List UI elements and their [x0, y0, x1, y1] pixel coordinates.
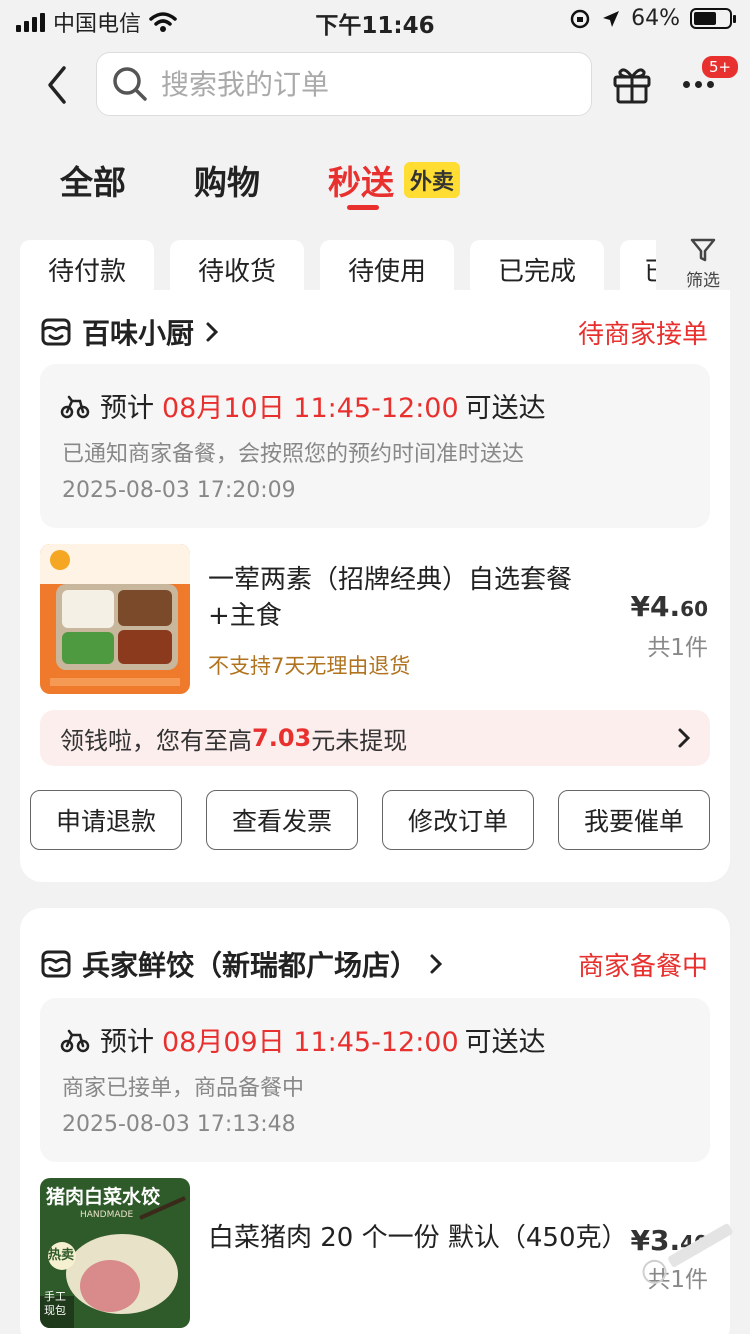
price-decimal: 60 — [680, 597, 708, 621]
order-card[interactable]: 兵家鲜饺（新瑞都广场店） 商家备餐中 预计 08月09日 11:45-12:00… — [20, 908, 730, 1334]
cashback-amount: 7.03 — [252, 724, 312, 752]
item-count: 共1件 — [647, 635, 708, 661]
chevron-right-icon — [206, 322, 219, 342]
food-thumbnail[interactable] — [40, 544, 190, 694]
eta-suffix: 可送达 — [464, 1027, 546, 1058]
message-badge: 5+ — [700, 54, 741, 80]
eta-line: 预计 08月10日 11:45-12:00 可送达 — [60, 386, 546, 425]
order-note: 商家已接单，商品备餐中 — [62, 1076, 305, 1101]
shop-name: 兵家鲜饺（新瑞都广场店） — [82, 949, 419, 982]
thumb-title: 猪肉白菜水饺 — [46, 1186, 161, 1208]
no-return-note: 不支持7天无理由退货 — [208, 654, 411, 678]
search-input[interactable] — [161, 67, 561, 101]
price-integer: ¥4. — [630, 590, 681, 623]
chevron-right-icon — [430, 954, 443, 974]
cashback-suffix: 元未提现 — [311, 726, 408, 755]
eta-time: 08月10日 11:45-12:00 — [162, 393, 459, 424]
battery-icon — [690, 8, 736, 29]
eta-line: 预计 08月09日 11:45-12:00 可送达 — [60, 1020, 546, 1059]
order-timestamp: 2025-08-03 17:20:09 — [62, 478, 296, 503]
thumb-corner-label: 手工现包 — [44, 1290, 66, 1317]
delivery-bike-icon — [60, 1029, 90, 1052]
more-dot — [706, 80, 714, 88]
takeout-tag: 外卖 — [404, 162, 461, 198]
tab-all[interactable]: 全部 — [60, 156, 126, 204]
tab-shopping[interactable]: 购物 — [194, 156, 260, 204]
order-status: 商家备餐中 — [577, 952, 708, 982]
shop-name: 百味小厨 — [82, 317, 195, 350]
item-price: ¥4.60 — [631, 590, 708, 623]
battery-level — [694, 12, 716, 25]
location-icon — [603, 10, 620, 27]
tab-instant-delivery[interactable]: 秒送 — [328, 156, 394, 204]
shop-icon — [41, 318, 71, 346]
eta-suffix: 可送达 — [464, 393, 546, 424]
gift-icon[interactable] — [610, 62, 654, 106]
more-dot — [682, 80, 690, 88]
order-card[interactable]: 百味小厨 待商家接单 预计 08月10日 11:45-12:00 可送达 已通知… — [20, 290, 730, 882]
item-name: 白菜猪肉 20 个一份 默认（450克） — [208, 1223, 628, 1253]
meal-box-image — [40, 544, 190, 694]
thumb-badge: 热卖 — [48, 1248, 75, 1263]
eta-prefix: 预计 — [100, 393, 154, 424]
delivery-bike-icon — [60, 395, 90, 418]
cashback-banner[interactable]: 领钱啦，您有至高 7.03 元未提现 — [40, 710, 710, 766]
search-icon — [113, 67, 147, 101]
chevron-right-icon — [678, 728, 691, 748]
funnel-icon — [690, 238, 716, 262]
item-name: 一荤两素（招牌经典）自选套餐+主食 — [208, 565, 573, 631]
view-invoice-button[interactable]: 查看发票 — [206, 790, 358, 850]
shop-link[interactable]: 百味小厨 — [40, 312, 220, 352]
urge-order-button[interactable]: 我要催单 — [558, 790, 710, 850]
rotation-lock-icon — [570, 9, 590, 28]
order-status: 待商家接单 — [577, 320, 708, 350]
more-dot — [694, 80, 702, 88]
modify-order-button[interactable]: 修改订单 — [382, 790, 534, 850]
shop-link[interactable]: 兵家鲜饺（新瑞都广场店） — [40, 944, 444, 984]
filter-label: 筛选 — [686, 271, 720, 291]
shop-icon — [41, 950, 71, 978]
eta-prefix: 预计 — [100, 1027, 154, 1058]
status-right: 64% — [569, 6, 736, 31]
back-arrow-icon[interactable] — [40, 60, 80, 110]
thumb-subtitle: HANDMADE — [80, 1210, 134, 1220]
eta-time: 08月09日 11:45-12:00 — [162, 1027, 459, 1058]
cashback-prefix: 领钱啦，您有至高 — [60, 726, 252, 755]
order-note: 已通知商家备餐，会按照您的预约时间准时送达 — [62, 442, 525, 467]
active-tab-indicator — [347, 205, 379, 210]
battery-percent: 64% — [631, 6, 680, 31]
food-thumbnail[interactable]: 猪肉白菜水饺 HANDMADE 热卖 手工现包 — [40, 1178, 190, 1328]
status-bar: 中国电信 下午11:46 64% — [0, 0, 750, 40]
delivery-info-box: 预计 08月09日 11:45-12:00 可送达 商家已接单，商品备餐中 20… — [40, 998, 710, 1162]
order-timestamp: 2025-08-03 17:13:48 — [62, 1112, 296, 1137]
order-search-bar[interactable] — [96, 52, 592, 116]
refund-button[interactable]: 申请退款 — [30, 790, 182, 850]
delivery-info-box: 预计 08月10日 11:45-12:00 可送达 已通知商家备餐，会按照您的预… — [40, 364, 710, 528]
